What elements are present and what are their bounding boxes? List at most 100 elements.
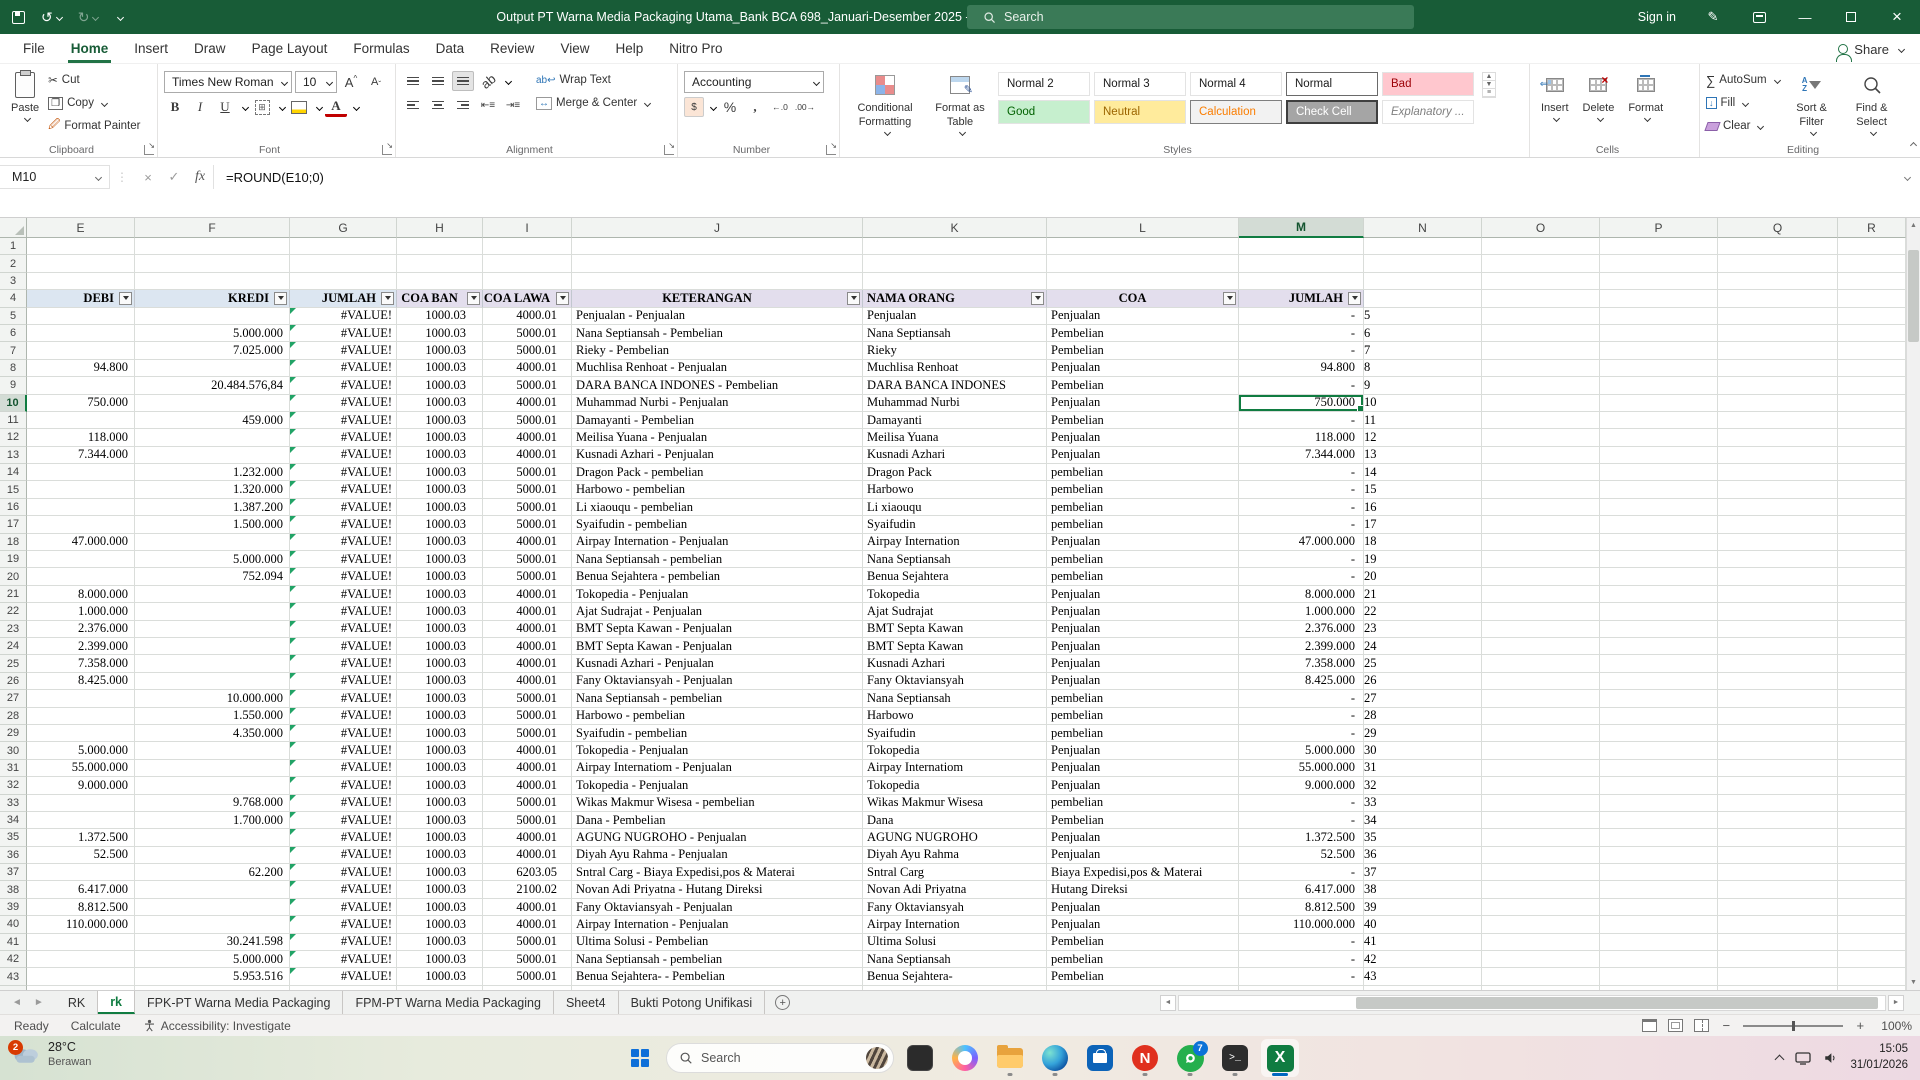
namebox-splitter[interactable]: ⋮	[110, 170, 135, 184]
cell-P16[interactable]	[1600, 499, 1718, 516]
row-header-32[interactable]: 32	[0, 777, 27, 794]
cell-O14[interactable]	[1482, 464, 1600, 481]
cell-G1[interactable]	[290, 238, 397, 255]
sign-in-button[interactable]: Sign in	[1624, 0, 1690, 34]
ribbon-tab-help[interactable]: Help	[602, 34, 656, 63]
cell-Q30[interactable]	[1718, 742, 1838, 759]
cell-R20[interactable]	[1838, 568, 1906, 585]
minimize-button[interactable]: —	[1782, 0, 1828, 34]
cell-L8[interactable]: Penjualan	[1047, 360, 1239, 377]
cell-G24[interactable]: #VALUE!	[290, 638, 397, 655]
cell-G23[interactable]: #VALUE!	[290, 621, 397, 638]
increase-decimal-icon[interactable]: ←.0	[769, 97, 791, 117]
tab-scroll-left-icon[interactable]: ◄	[12, 997, 22, 1008]
cell-R19[interactable]	[1838, 551, 1906, 568]
cell-R40[interactable]	[1838, 916, 1906, 933]
cell-M25[interactable]: 7.358.000	[1239, 655, 1364, 672]
cell-M26[interactable]: 8.425.000	[1239, 673, 1364, 690]
cell-I10[interactable]: 4000.01	[483, 395, 572, 412]
ribbon-tab-home[interactable]: Home	[58, 34, 122, 63]
cell-N28[interactable]: 28	[1364, 708, 1482, 725]
display-cast-icon[interactable]	[1795, 1052, 1811, 1065]
maximize-button[interactable]	[1828, 0, 1874, 34]
row-header-40[interactable]: 40	[0, 916, 27, 933]
cell-F7[interactable]: 7.025.000	[135, 342, 290, 359]
cell-J13[interactable]: Kusnadi Azhari - Penjualan	[572, 447, 863, 464]
cell-N43[interactable]: 43	[1364, 968, 1482, 985]
cell-F31[interactable]	[135, 760, 290, 777]
cell-Q1[interactable]	[1718, 238, 1838, 255]
cell-O15[interactable]	[1482, 481, 1600, 498]
cell-L3[interactable]	[1047, 273, 1239, 290]
ribbon-tab-file[interactable]: File	[10, 34, 58, 63]
cell-M43[interactable]: -	[1239, 968, 1364, 985]
cell-P40[interactable]	[1600, 916, 1718, 933]
cell-L35[interactable]: Penjualan	[1047, 829, 1239, 846]
cell-F41[interactable]: 30.241.598	[135, 934, 290, 951]
cell-O38[interactable]	[1482, 881, 1600, 898]
cell-Q27[interactable]	[1718, 690, 1838, 707]
cell-K34[interactable]: Dana	[863, 812, 1047, 829]
cell-I15[interactable]: 5000.01	[483, 481, 572, 498]
cell-H10[interactable]: 1000.03	[397, 395, 483, 412]
page-layout-view-icon[interactable]	[1668, 1019, 1683, 1032]
cell-J18[interactable]: Airpay Internation - Penjualan	[572, 534, 863, 551]
cell-L32[interactable]: Penjualan	[1047, 777, 1239, 794]
cell-E39[interactable]: 8.812.500	[27, 899, 135, 916]
ribbon-tab-review[interactable]: Review	[477, 34, 547, 63]
cell-Q18[interactable]	[1718, 534, 1838, 551]
cell-P41[interactable]	[1600, 934, 1718, 951]
cell-J43[interactable]: Benua Sejahtera- - Pembelian	[572, 968, 863, 985]
column-header-P[interactable]: P	[1600, 218, 1718, 238]
filter-button[interactable]	[556, 292, 569, 305]
cell-I29[interactable]: 5000.01	[483, 725, 572, 742]
cell-E41[interactable]	[27, 934, 135, 951]
row-header-10[interactable]: 10	[0, 395, 27, 412]
cell-F34[interactable]: 1.700.000	[135, 812, 290, 829]
row-header-15[interactable]: 15	[0, 481, 27, 498]
column-header-Q[interactable]: Q	[1718, 218, 1838, 238]
row-header-22[interactable]: 22	[0, 603, 27, 620]
cell-M42[interactable]: -	[1239, 951, 1364, 968]
row-header-16[interactable]: 16	[0, 499, 27, 516]
cell-N12[interactable]: 12	[1364, 429, 1482, 446]
cell-I20[interactable]: 5000.01	[483, 568, 572, 585]
wrap-text-button[interactable]: ab↩Wrap Text	[536, 70, 650, 90]
cell-N16[interactable]: 16	[1364, 499, 1482, 516]
cell-P24[interactable]	[1600, 638, 1718, 655]
cell-F22[interactable]	[135, 603, 290, 620]
gallery-more-icon[interactable]: ≡	[1483, 89, 1495, 97]
cell-Q21[interactable]	[1718, 586, 1838, 603]
cell-R9[interactable]	[1838, 377, 1906, 394]
cell-G33[interactable]: #VALUE!	[290, 795, 397, 812]
cell-R10[interactable]	[1838, 395, 1906, 412]
cell-P23[interactable]	[1600, 621, 1718, 638]
cell-F21[interactable]	[135, 586, 290, 603]
cell-K14[interactable]: Dragon Pack	[863, 464, 1047, 481]
cancel-formula-icon[interactable]: ×	[135, 165, 161, 189]
cell-I31[interactable]: 4000.01	[483, 760, 572, 777]
cell-E32[interactable]: 9.000.000	[27, 777, 135, 794]
cell-H18[interactable]: 1000.03	[397, 534, 483, 551]
cell-O34[interactable]	[1482, 812, 1600, 829]
cell-P3[interactable]	[1600, 273, 1718, 290]
cell-R26[interactable]	[1838, 673, 1906, 690]
cell-I24[interactable]: 4000.01	[483, 638, 572, 655]
cell-L18[interactable]: Penjualan	[1047, 534, 1239, 551]
cell-G32[interactable]: #VALUE!	[290, 777, 397, 794]
style-normal-2[interactable]: Normal 2	[998, 72, 1090, 96]
cell-M24[interactable]: 2.399.000	[1239, 638, 1364, 655]
cell-Q3[interactable]	[1718, 273, 1838, 290]
cell-R8[interactable]	[1838, 360, 1906, 377]
cell-R13[interactable]	[1838, 447, 1906, 464]
gallery-down-icon[interactable]: ▼	[1483, 81, 1495, 89]
cell-K21[interactable]: Tokopedia	[863, 586, 1047, 603]
cell-H25[interactable]: 1000.03	[397, 655, 483, 672]
cell-I40[interactable]: 4000.01	[483, 916, 572, 933]
cell-K42[interactable]: Nana Septiansah	[863, 951, 1047, 968]
number-format-select[interactable]: Accounting	[684, 71, 824, 93]
cell-Q31[interactable]	[1718, 760, 1838, 777]
cell-F18[interactable]	[135, 534, 290, 551]
enter-formula-icon[interactable]: ✓	[161, 165, 187, 189]
cell-P17[interactable]	[1600, 516, 1718, 533]
